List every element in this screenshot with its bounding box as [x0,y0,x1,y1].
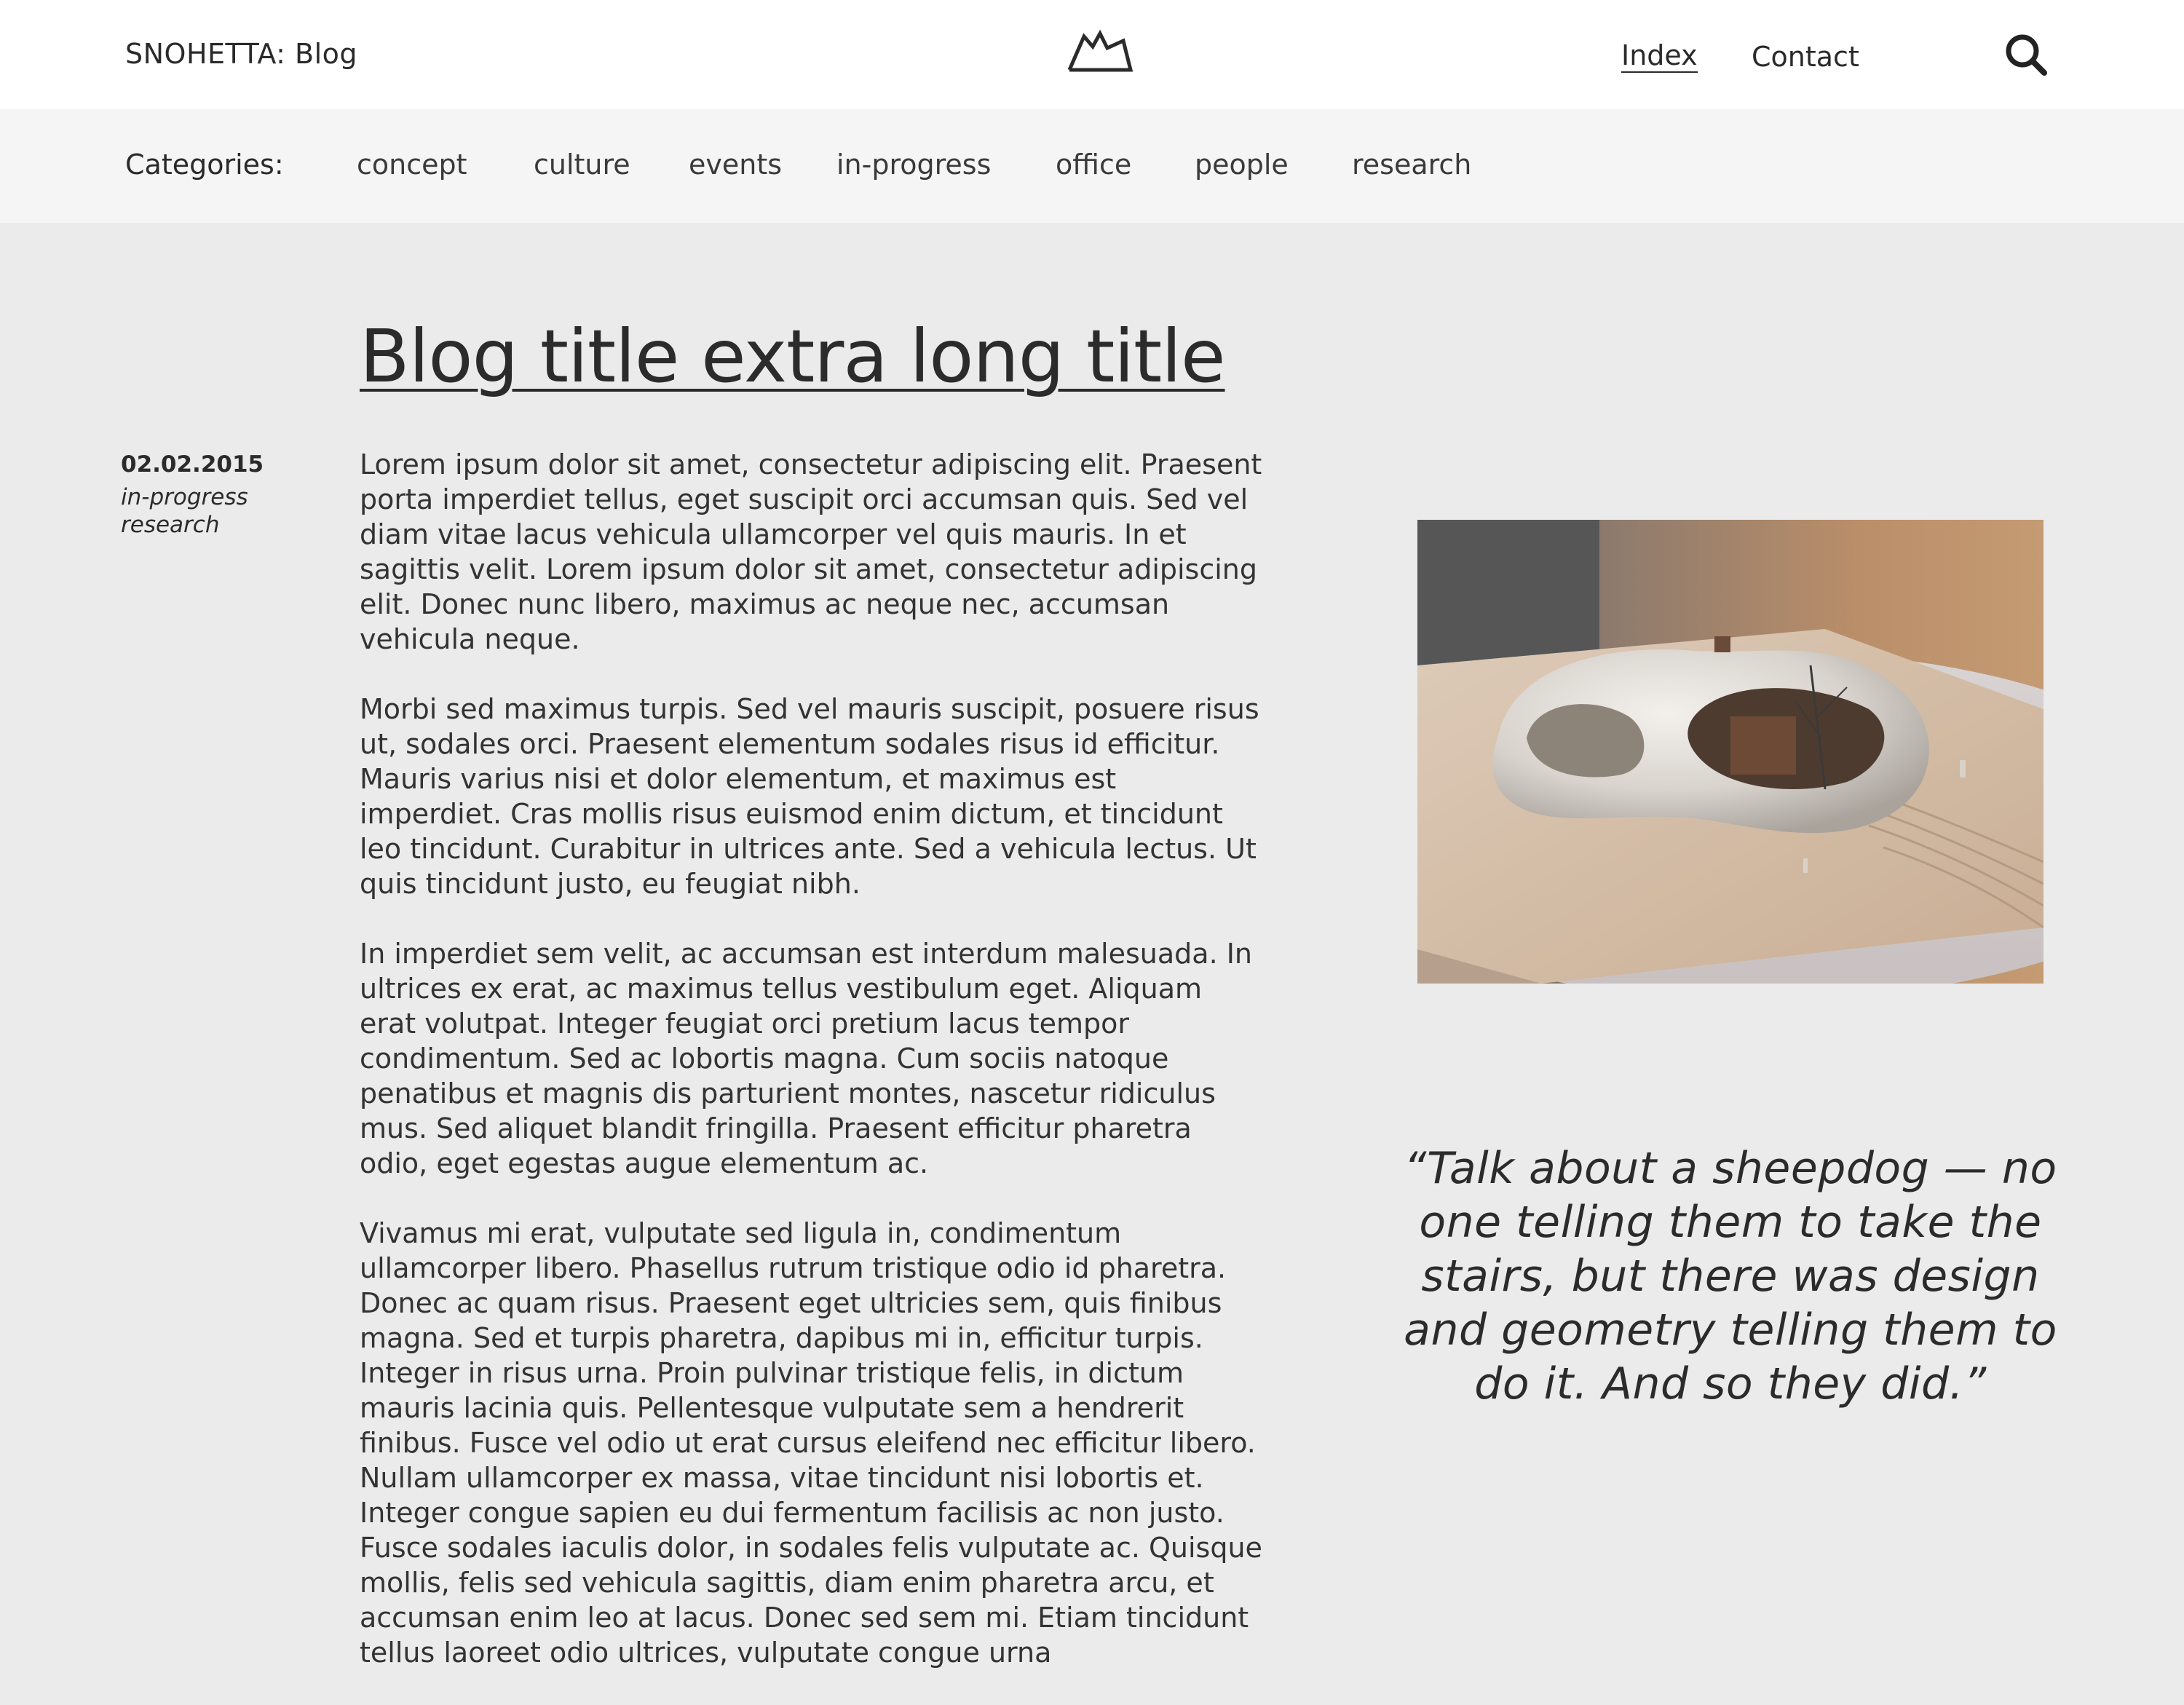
mountain-logo-icon[interactable] [1065,26,1135,79]
nav-contact-link[interactable]: Contact [1752,39,1859,74]
post-paragraph: Vivamus mi erat, vulputate sed ligula in… [360,1217,1262,1669]
nav-index-link[interactable]: Index [1621,39,1698,73]
post-title[interactable]: Blog title extra long title [360,313,1226,400]
category-bar: Categories: concept culture events in-pr… [0,109,2184,223]
category-culture[interactable]: culture [534,147,630,182]
category-events[interactable]: events [689,147,782,182]
category-research[interactable]: research [1352,147,1471,182]
brand-title[interactable]: SNOHETTA: Blog [125,36,357,71]
post-paragraph: Morbi sed maximus turpis. Sed vel mauris… [360,693,1259,900]
categories-label: Categories: [125,149,284,181]
post-tag-in-progress[interactable]: in-progress [121,483,317,511]
post-paragraph: Lorem ipsum dolor sit amet, consectetur … [360,448,1262,655]
post-meta: 02.02.2015 in-progress research [121,448,317,539]
category-office[interactable]: office [1056,147,1131,182]
pull-quote: “Talk about a sheepdog — no one telling … [1404,1143,2057,1409]
post-tag-research[interactable]: research [121,511,317,539]
post-paragraph: In imperdiet sem velit, ac accumsan est … [360,938,1253,1179]
category-concept[interactable]: concept [357,147,467,182]
architecture-model-illustration [1417,520,2043,984]
search-icon[interactable] [2003,32,2049,77]
architecture-model-photo [1417,520,2043,984]
category-people[interactable]: people [1195,147,1289,182]
post-date: 02.02.2015 [121,451,264,478]
post-body: Lorem ipsum dolor sit amet, consectetur … [360,447,1266,1705]
category-in-progress[interactable]: in-progress [836,147,991,182]
site-header: SNOHETTA: Blog Index Contact [0,0,2184,109]
